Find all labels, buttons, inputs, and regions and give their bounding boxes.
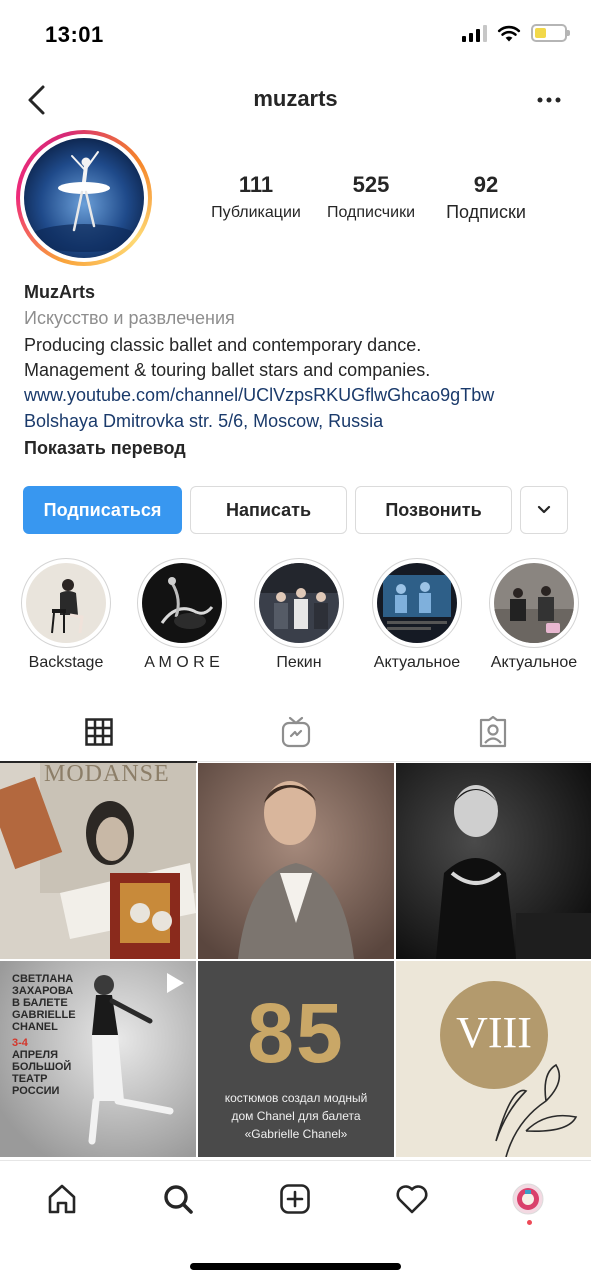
profile-category: Искусство и развлечения	[24, 308, 235, 328]
post-grid: MODANSE СВЕТЛАНА ЗАХАРОВА В БАЛЕТЕ GABRI…	[0, 763, 591, 1159]
chevron-down-icon	[537, 505, 551, 514]
status-bar: 13:01	[0, 0, 591, 70]
nav-create[interactable]	[265, 1179, 325, 1219]
post-roman-numeral: VIII	[456, 1008, 532, 1057]
post-poster-text: СВЕТЛАНА ЗАХАРОВА В БАЛЕТЕ GABRIELLE CHANEL…	[12, 973, 76, 1097]
highlight-actual-1[interactable]: Актуальное	[357, 558, 477, 672]
highlight-cover-image	[377, 563, 457, 643]
stat-followers[interactable]: 525 Подписчики	[316, 172, 426, 222]
search-icon	[164, 1185, 193, 1214]
profile-header: muzarts	[0, 70, 591, 130]
bottom-navigation	[0, 1160, 591, 1280]
post-thumbnail[interactable]	[198, 763, 394, 959]
profile-name: MuzArts	[24, 282, 95, 302]
highlight-label: Backstage	[28, 654, 104, 671]
address-link[interactable]: Bolshaya Dmitrovka str. 5/6, Moscow, Rus…	[24, 411, 574, 437]
heart-icon	[396, 1185, 428, 1214]
bio-line: Management & touring ballet stars and co…	[24, 360, 431, 380]
cellular-signal-icon	[462, 24, 487, 42]
tagged-user-icon	[479, 716, 506, 748]
highlight-label: A M O R E	[144, 654, 220, 671]
avatar-ballerina-image	[24, 138, 144, 258]
profile-avatar[interactable]	[16, 130, 152, 266]
story-highlights: Backstage A M O R E Пекин Актуальное Акт…	[0, 558, 591, 678]
more-options-button[interactable]	[531, 84, 567, 116]
post-magazine-title: MODANSE	[44, 763, 170, 787]
add-post-icon	[280, 1184, 310, 1214]
post-thumbnail[interactable]: СВЕТЛАНА ЗАХАРОВА В БАЛЕТЕ GABRIELLE CHANEL…	[0, 961, 196, 1157]
status-icons	[462, 24, 570, 42]
nav-home[interactable]	[32, 1179, 92, 1219]
suggestions-dropdown-button[interactable]	[520, 486, 568, 534]
highlight-cover-image	[259, 563, 339, 643]
tab-igtv[interactable]	[197, 702, 394, 762]
grid-icon	[84, 718, 113, 746]
stat-posts-label: Публикации	[211, 204, 301, 221]
profile-stats: 111 Публикации 525 Подписчики 92 Подписк…	[200, 172, 580, 232]
call-button[interactable]: Позвонить	[355, 486, 512, 534]
website-link[interactable]: www.youtube.com/channel/UClVzpsRKUGflwGh…	[24, 385, 574, 411]
stat-following-label: Подписки	[446, 202, 526, 222]
highlight-label: Актуальное	[490, 654, 578, 671]
highlight-amore[interactable]: A M O R E	[122, 558, 242, 672]
post-thumbnail[interactable]: MODANSE	[0, 763, 196, 959]
profile-avatar-icon	[512, 1183, 544, 1215]
message-button[interactable]: Написать	[190, 486, 347, 534]
more-options-icon	[537, 97, 561, 103]
highlight-cover-image	[494, 563, 574, 643]
show-translation-link[interactable]: Показать перевод	[24, 438, 574, 464]
highlight-cover-image	[26, 563, 106, 643]
post-caption: костюмов создал модный дом Chanel для ба…	[224, 1091, 368, 1141]
tab-tagged[interactable]	[394, 702, 591, 762]
nav-search[interactable]	[148, 1179, 208, 1219]
profile-actions: Подписаться Написать Позвонить	[23, 486, 569, 534]
igtv-icon	[281, 716, 310, 748]
tab-grid[interactable]	[0, 702, 197, 763]
wifi-icon	[497, 25, 521, 42]
stat-posts-value: 111	[238, 172, 274, 197]
profile-tabs	[0, 702, 591, 763]
battery-icon	[531, 24, 570, 42]
post-thumbnail[interactable]: VIII	[396, 961, 591, 1157]
nav-activity[interactable]	[382, 1179, 442, 1219]
notification-dot	[527, 1220, 532, 1225]
stat-posts[interactable]: 111 Публикации	[200, 172, 312, 222]
username-title: muzarts	[253, 86, 338, 111]
stat-following-value: 92	[473, 172, 499, 197]
status-time: 13:01	[45, 22, 104, 47]
highlight-actual-2[interactable]: Актуальное	[474, 558, 591, 672]
post-big-number: 85	[247, 986, 345, 1080]
highlight-beijing[interactable]: Пекин	[239, 558, 359, 672]
post-thumbnail[interactable]	[396, 763, 591, 959]
stat-following[interactable]: 92 Подписки	[436, 172, 536, 223]
highlight-label: Пекин	[276, 654, 322, 671]
highlight-backstage[interactable]: Backstage	[6, 558, 126, 672]
highlight-cover-image	[142, 563, 222, 643]
profile-bio: MuzArts Искусство и развлечения Producin…	[24, 282, 574, 464]
bio-line: Producing classic ballet and contemporar…	[24, 335, 422, 355]
stat-followers-label: Подписчики	[326, 204, 415, 221]
home-icon	[48, 1184, 76, 1214]
post-thumbnail[interactable]: 85 костюмов создал модный дом Chanel для…	[198, 961, 394, 1157]
highlight-label: Актуальное	[373, 654, 461, 671]
nav-profile[interactable]	[498, 1179, 558, 1219]
stat-followers-value: 525	[352, 172, 390, 197]
home-indicator	[190, 1263, 401, 1270]
video-play-icon	[167, 973, 184, 993]
follow-button[interactable]: Подписаться	[23, 486, 182, 534]
